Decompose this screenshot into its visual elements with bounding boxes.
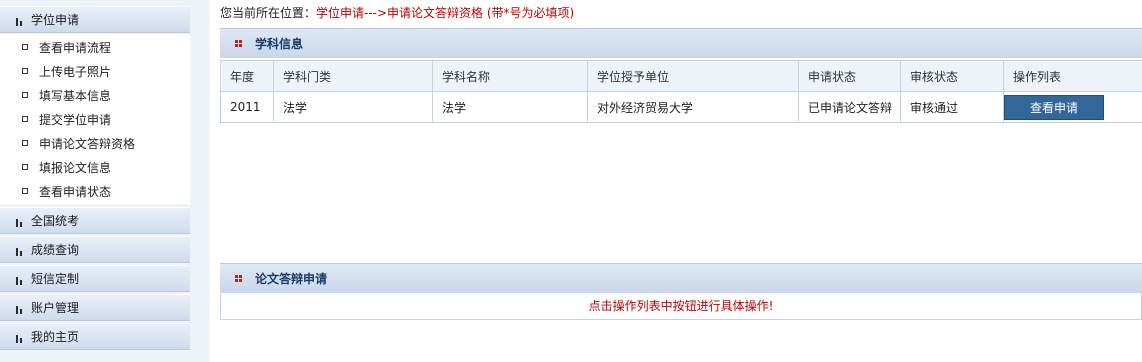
submenu-label: 上传电子照片 [39, 64, 112, 79]
section-bullet-icon [235, 40, 242, 47]
menu-sms-subscription[interactable]: 短信定制 [0, 265, 190, 292]
breadcrumb: 您当前所在位置：学位申请--->申请论文答辩资格 (带*号为必填项) [220, 4, 574, 22]
square-bullet-icon [22, 116, 28, 122]
cell-unit: 对外经济贸易大学 [587, 91, 799, 123]
column-header: 学科名称 [432, 60, 588, 92]
submenu-item-defense-qualification[interactable]: 申请论文答辩资格 [0, 131, 190, 155]
column-header: 申请状态 [798, 60, 901, 92]
bars-icon [14, 331, 30, 343]
menu-label: 学位申请 [31, 13, 80, 27]
square-bullet-icon [22, 44, 28, 50]
view-application-button[interactable]: 查看申请 [1004, 94, 1104, 120]
section-title: 学科信息 [255, 37, 304, 51]
submenu-label: 查看申请状态 [39, 184, 112, 199]
column-header: 审核状态 [900, 60, 1004, 92]
submenu-label: 提交学位申请 [39, 112, 112, 127]
square-bullet-icon [22, 92, 28, 98]
bars-icon [14, 244, 30, 256]
square-bullet-icon [22, 188, 28, 194]
menu-label: 账户管理 [31, 301, 80, 315]
cell-year: 2011 [220, 91, 274, 123]
cell-name: 法学 [432, 91, 588, 123]
submenu-item-view-status[interactable]: 查看申请状态 [0, 179, 190, 203]
cell-apply-status: 已申请论文答辩 [798, 91, 901, 123]
submenu-item-upload-photo[interactable]: 上传电子照片 [0, 59, 190, 83]
defense-hint: 点击操作列表中按钮进行具体操作! [220, 292, 1142, 320]
table-header-row: 年度 学科门类 学科名称 学位授予单位 申请状态 审核状态 操作列表 [220, 60, 1142, 92]
menu-degree-application[interactable]: 学位申请 [0, 6, 190, 33]
subject-section-header: 学科信息 [220, 28, 1142, 58]
section-bullet-icon [235, 275, 242, 282]
submenu-label: 查看申请流程 [39, 40, 112, 55]
bars-icon [14, 14, 30, 26]
submenu: 查看申请流程 上传电子照片 填写基本信息 提交学位申请 申请论文答辩资格 填报论… [0, 34, 190, 204]
bars-icon [14, 273, 30, 285]
submenu-item-thesis-info[interactable]: 填报论文信息 [0, 155, 190, 179]
table-row: 2011 法学 法学 对外经济贸易大学 已申请论文答辩 审核通过 查看申请 [220, 91, 1142, 123]
cell-category: 法学 [273, 91, 433, 123]
column-header: 操作列表 [1003, 60, 1142, 92]
square-bullet-icon [22, 164, 28, 170]
column-header: 学位授予单位 [587, 60, 799, 92]
breadcrumb-prefix: 您当前所在位置： [220, 6, 317, 20]
submenu-label: 申请论文答辩资格 [39, 136, 136, 151]
menu-my-homepage[interactable]: 我的主页 [0, 323, 190, 350]
defense-section-header: 论文答辩申请 [220, 263, 1142, 293]
menu-label: 成绩查询 [31, 243, 80, 257]
submenu-label: 填写基本信息 [39, 88, 112, 103]
submenu-label: 填报论文信息 [39, 160, 112, 175]
breadcrumb-path: 学位申请--->申请论文答辩资格 (带*号为必填项) [316, 6, 575, 20]
submenu-item-submit-application[interactable]: 提交学位申请 [0, 107, 190, 131]
menu-score-query[interactable]: 成绩查询 [0, 236, 190, 263]
subject-table: 年度 学科门类 学科名称 学位授予单位 申请状态 审核状态 操作列表 2011 … [220, 60, 1142, 123]
section-title: 论文答辩申请 [255, 272, 328, 286]
sidebar: 学位申请 查看申请流程 上传电子照片 填写基本信息 提交学位申请 申请论文答辩资… [0, 0, 210, 362]
menu-label: 短信定制 [31, 272, 80, 286]
menu-account-management[interactable]: 账户管理 [0, 294, 190, 321]
bars-icon [14, 215, 30, 227]
cell-review-status: 审核通过 [900, 91, 1004, 123]
bars-icon [14, 302, 30, 314]
column-header: 年度 [220, 60, 274, 92]
menu-label: 全国统考 [31, 214, 80, 228]
column-header: 学科门类 [273, 60, 433, 92]
submenu-item-basic-info[interactable]: 填写基本信息 [0, 83, 190, 107]
square-bullet-icon [22, 68, 28, 74]
cell-action: 查看申请 [1003, 91, 1142, 123]
menu-national-exam[interactable]: 全国统考 [0, 207, 190, 234]
submenu-item-view-process[interactable]: 查看申请流程 [0, 35, 190, 59]
menu-label: 我的主页 [31, 330, 80, 344]
square-bullet-icon [22, 140, 28, 146]
